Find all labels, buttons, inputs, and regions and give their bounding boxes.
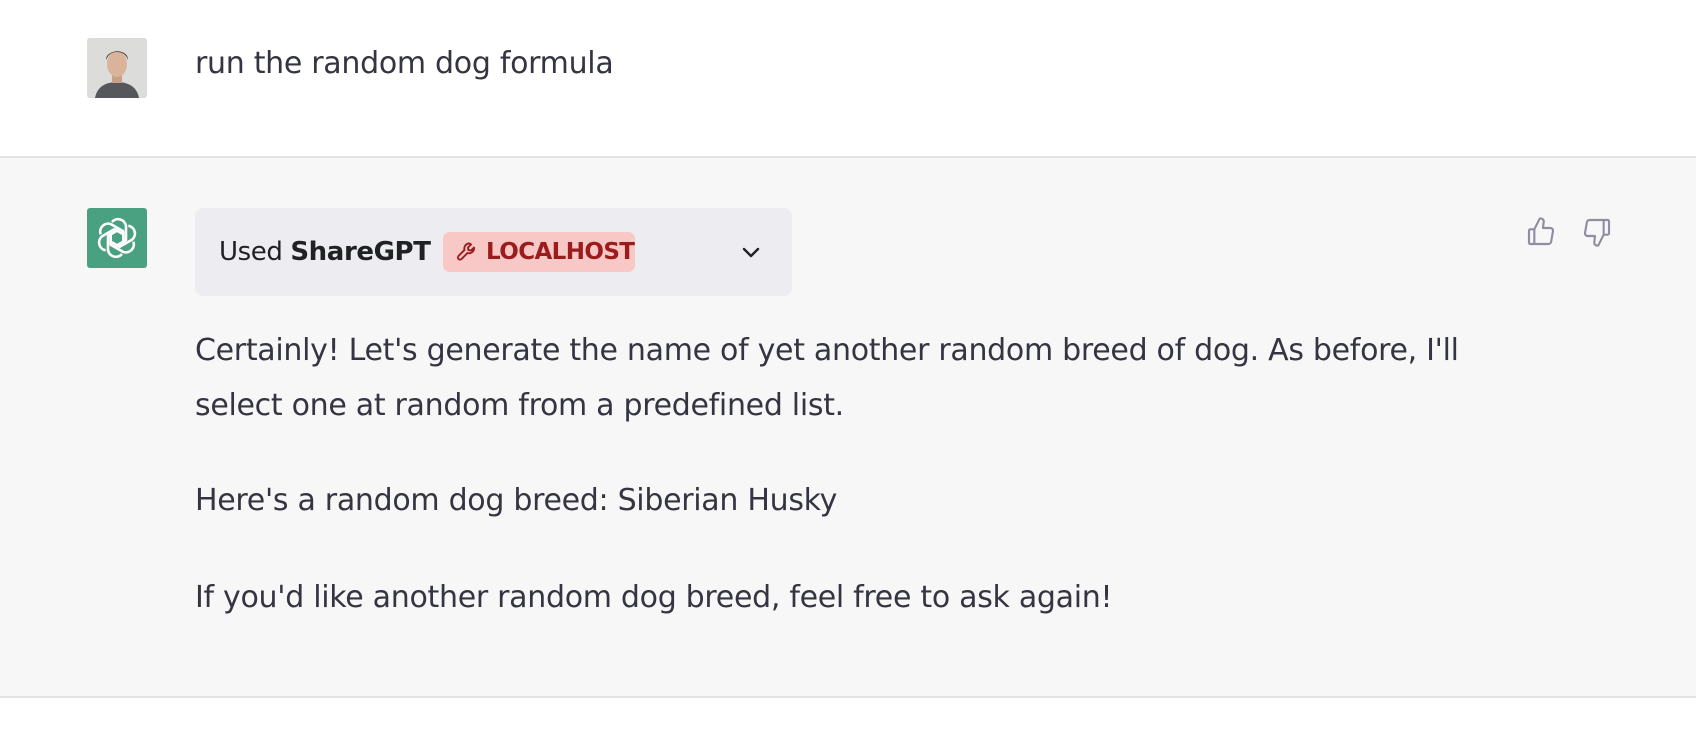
plugin-expand-toggle[interactable] [737,238,765,266]
localhost-badge-label: LOCALHOST [486,239,635,265]
plugin-used-prefix: Used [219,237,283,267]
chevron-down-icon [742,247,760,258]
plugin-used-label: Used ShareGPT [219,235,431,269]
assistant-paragraph: Here's a random dog breed: Siberian Husk… [195,483,838,518]
assistant-paragraph: Certainly! Let's generate the name of ye… [195,333,1459,423]
thumbs-up-button[interactable] [1523,214,1559,250]
wrench-icon [455,240,479,264]
assistant-paragraph: If you'd like another random dog breed, … [195,580,1113,615]
plugin-used-panel[interactable]: Used ShareGPT LOCALHOST [195,208,792,296]
chatgpt-logo-avatar [87,208,147,268]
openai-logo-icon [97,217,137,259]
thumbs-down-button[interactable] [1579,214,1615,250]
plugin-name: ShareGPT [290,237,431,267]
assistant-message-row: Used ShareGPT LOCALHOST Certainly! Let's… [0,158,1696,698]
thumbs-down-icon [1583,218,1611,247]
localhost-badge: LOCALHOST [443,232,635,272]
user-avatar [87,38,147,98]
user-message-row: run the random dog formula [0,0,1696,158]
user-photo-image [87,38,147,98]
user-message-text: run the random dog formula [195,46,614,81]
thumbs-up-icon [1527,217,1555,246]
